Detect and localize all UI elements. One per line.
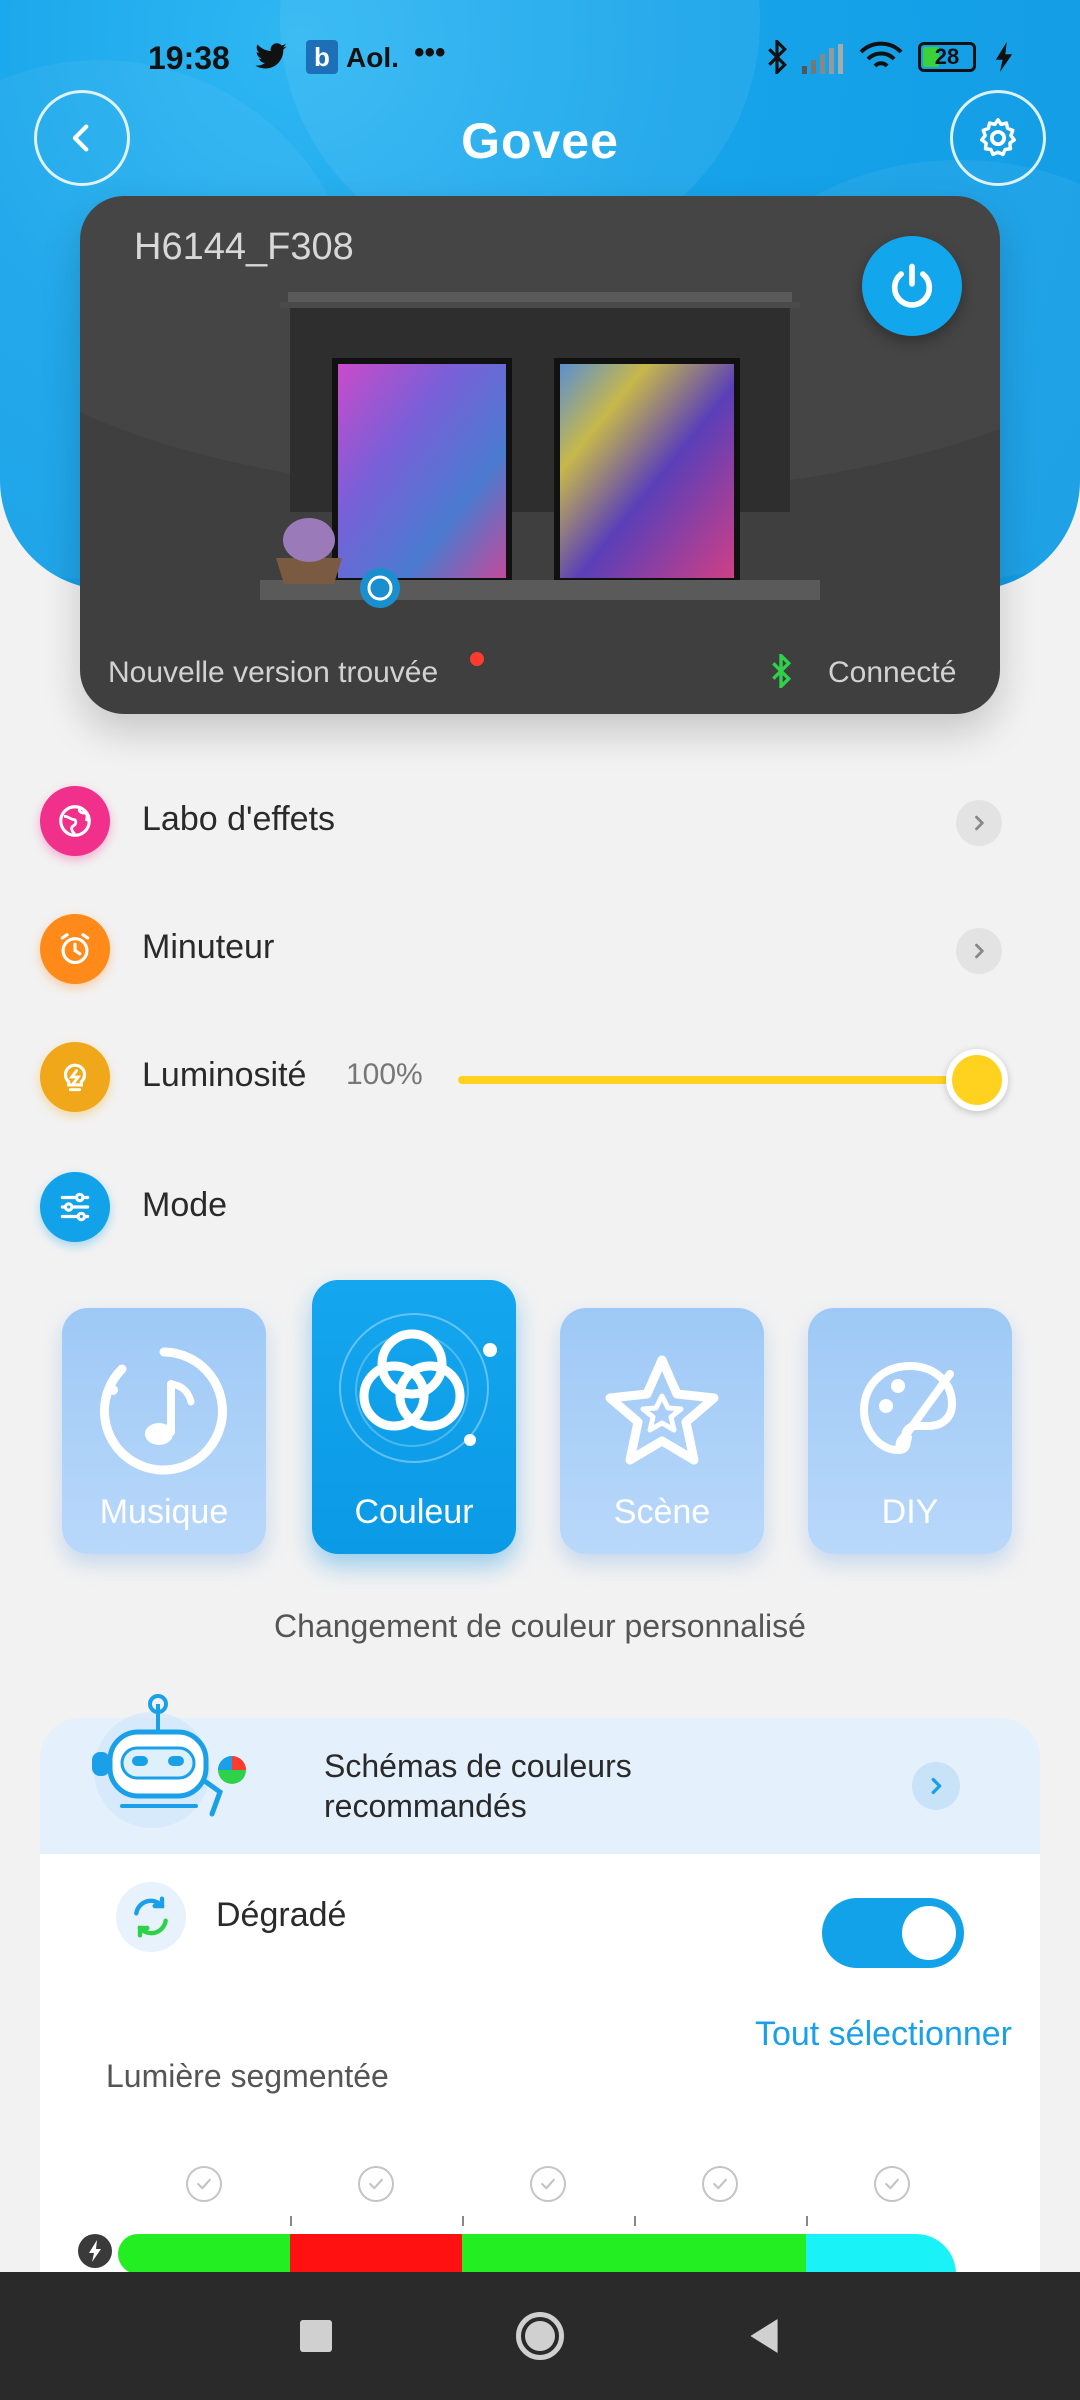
- toggle-knob: [902, 1906, 956, 1960]
- segment-divider: [290, 2216, 292, 2226]
- aol-label: Aol.: [346, 42, 399, 73]
- gradient-label: Dégradé: [216, 1896, 347, 1934]
- twitter-icon: [254, 42, 288, 77]
- mode-diy-label: DIY: [881, 1493, 939, 1531]
- segment-color-1[interactable]: [118, 2234, 290, 2274]
- gear-icon: [979, 118, 1017, 157]
- segment-color-2[interactable]: [290, 2234, 462, 2274]
- recent-apps-button[interactable]: [286, 2306, 346, 2366]
- chevron-right-icon: [912, 1762, 960, 1810]
- system-navigation-bar: [0, 2272, 1080, 2400]
- battery-icon: 28: [918, 42, 976, 72]
- mode-color-button[interactable]: Couleur: [312, 1280, 516, 1554]
- segment-check-2[interactable]: [358, 2166, 394, 2202]
- timer-label: Minuteur: [142, 928, 275, 966]
- bluetooth-icon: [766, 37, 788, 79]
- update-dot: [470, 652, 484, 666]
- mode-scene-button[interactable]: Scène: [560, 1308, 764, 1554]
- gradient-sync-icon: [116, 1882, 186, 1952]
- gradient-toggle[interactable]: [822, 1898, 964, 1968]
- home-circle-icon: [516, 2312, 564, 2360]
- device-card[interactable]: H6144_F308 Nouvelle version trouvée Conn…: [80, 196, 1000, 714]
- color-settings-card: Dégradé Lumière segmentée Tout sélection…: [40, 1854, 1040, 2274]
- mode-scene-label: Scène: [613, 1493, 711, 1531]
- chevron-right-icon: [956, 928, 1002, 974]
- segment-color-3[interactable]: [462, 2234, 634, 2274]
- recommended-schemes-text: Schémas de couleurs recommandés: [324, 1748, 632, 1824]
- palette-brush-icon: [808, 1352, 1012, 1472]
- mode-music-button[interactable]: Musique: [62, 1308, 266, 1554]
- sliders-icon: [40, 1172, 110, 1242]
- recommended-schemes-card[interactable]: Schémas de couleurs recommandés: [40, 1694, 1040, 1854]
- brightness-value: 100%: [346, 1058, 423, 1091]
- bolt-icon: [78, 2234, 112, 2268]
- brightness-slider-thumb[interactable]: [946, 1049, 1008, 1111]
- alarm-clock-icon: [40, 914, 110, 984]
- more-notifications: •••: [414, 36, 446, 69]
- home-button[interactable]: [510, 2306, 570, 2366]
- chevron-right-icon: [956, 800, 1002, 846]
- brightness-slider[interactable]: [458, 1076, 968, 1084]
- lightbulb-icon: [40, 1042, 110, 1112]
- back-nav-button[interactable]: [734, 2306, 794, 2366]
- segment-check-5[interactable]: [874, 2166, 910, 2202]
- status-bar: 19:38 b Aol. ••• 28: [0, 0, 1080, 120]
- status-time: 19:38: [148, 40, 230, 76]
- settings-button[interactable]: [950, 90, 1046, 186]
- square-icon: [300, 2320, 332, 2352]
- segment-divider: [462, 2216, 464, 2226]
- back-triangle-icon: [750, 2319, 778, 2353]
- mode-description: Changement de couleur personnalisé: [274, 1608, 806, 1644]
- brightness-row: Luminosité 100%: [0, 1026, 1080, 1126]
- connection-status: Connecté: [828, 656, 957, 689]
- battery-level: 28: [934, 44, 960, 69]
- select-all-link[interactable]: Tout sélectionner: [740, 2012, 1012, 2056]
- segment-divider: [806, 2216, 808, 2226]
- globe-icon: [40, 786, 110, 856]
- effects-lab-row[interactable]: Labo d'effets: [0, 770, 1080, 870]
- music-note-icon: [62, 1346, 266, 1476]
- segment-color-4[interactable]: [634, 2234, 806, 2274]
- charging-icon: [994, 42, 1014, 77]
- star-icon: [560, 1352, 764, 1472]
- mode-row: Mode: [0, 1156, 1080, 1256]
- segment-check-1[interactable]: [186, 2166, 222, 2202]
- govee-logo: Govee: [461, 113, 619, 169]
- segment-check-4[interactable]: [702, 2166, 738, 2202]
- device-illustration: [260, 292, 820, 608]
- signal-icon: [800, 44, 844, 79]
- effects-lab-label: Labo d'effets: [142, 800, 336, 838]
- robot-icon: [92, 1694, 246, 1828]
- segment-check-3[interactable]: [530, 2166, 566, 2202]
- mode-music-label: Musique: [99, 1493, 229, 1531]
- mode-color-label: Couleur: [354, 1493, 474, 1531]
- timer-row[interactable]: Minuteur: [0, 898, 1080, 998]
- wifi-icon: [858, 40, 904, 79]
- brightness-label: Luminosité: [142, 1056, 307, 1094]
- bluetooth-connected-icon: [770, 651, 792, 693]
- mode-diy-button[interactable]: DIY: [808, 1308, 1012, 1554]
- segmented-light-label: Lumière segmentée: [106, 2058, 389, 2094]
- segment-divider: [634, 2216, 636, 2226]
- update-notice[interactable]: Nouvelle version trouvée: [108, 656, 438, 690]
- segment-color-5[interactable]: [806, 2234, 956, 2274]
- color-circles-icon: [312, 1306, 516, 1476]
- b-app-icon: b: [306, 40, 338, 74]
- mode-label: Mode: [142, 1186, 228, 1224]
